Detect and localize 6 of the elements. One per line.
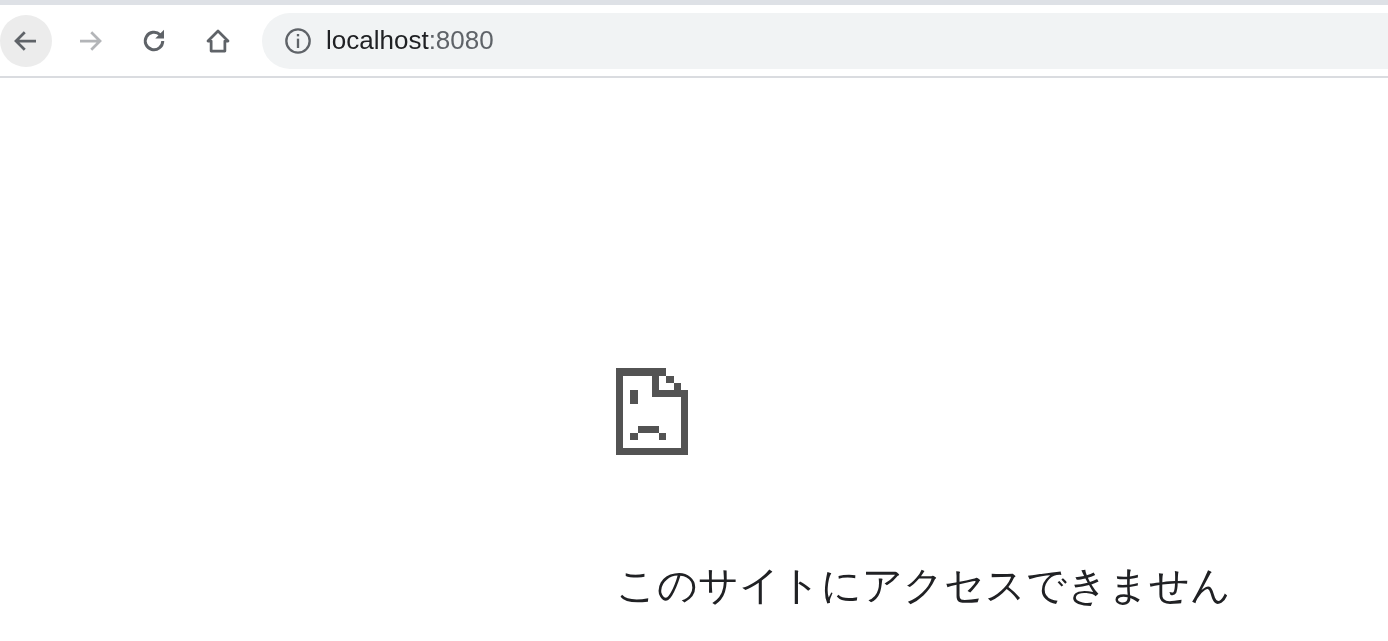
url-text: localhost:8080 [326,24,494,57]
address-bar[interactable]: localhost:8080 [262,12,1388,69]
info-icon [284,26,312,55]
back-button[interactable] [0,14,52,67]
sad-page-icon [616,368,688,455]
error-title: このサイトにアクセスできません [616,561,1232,610]
